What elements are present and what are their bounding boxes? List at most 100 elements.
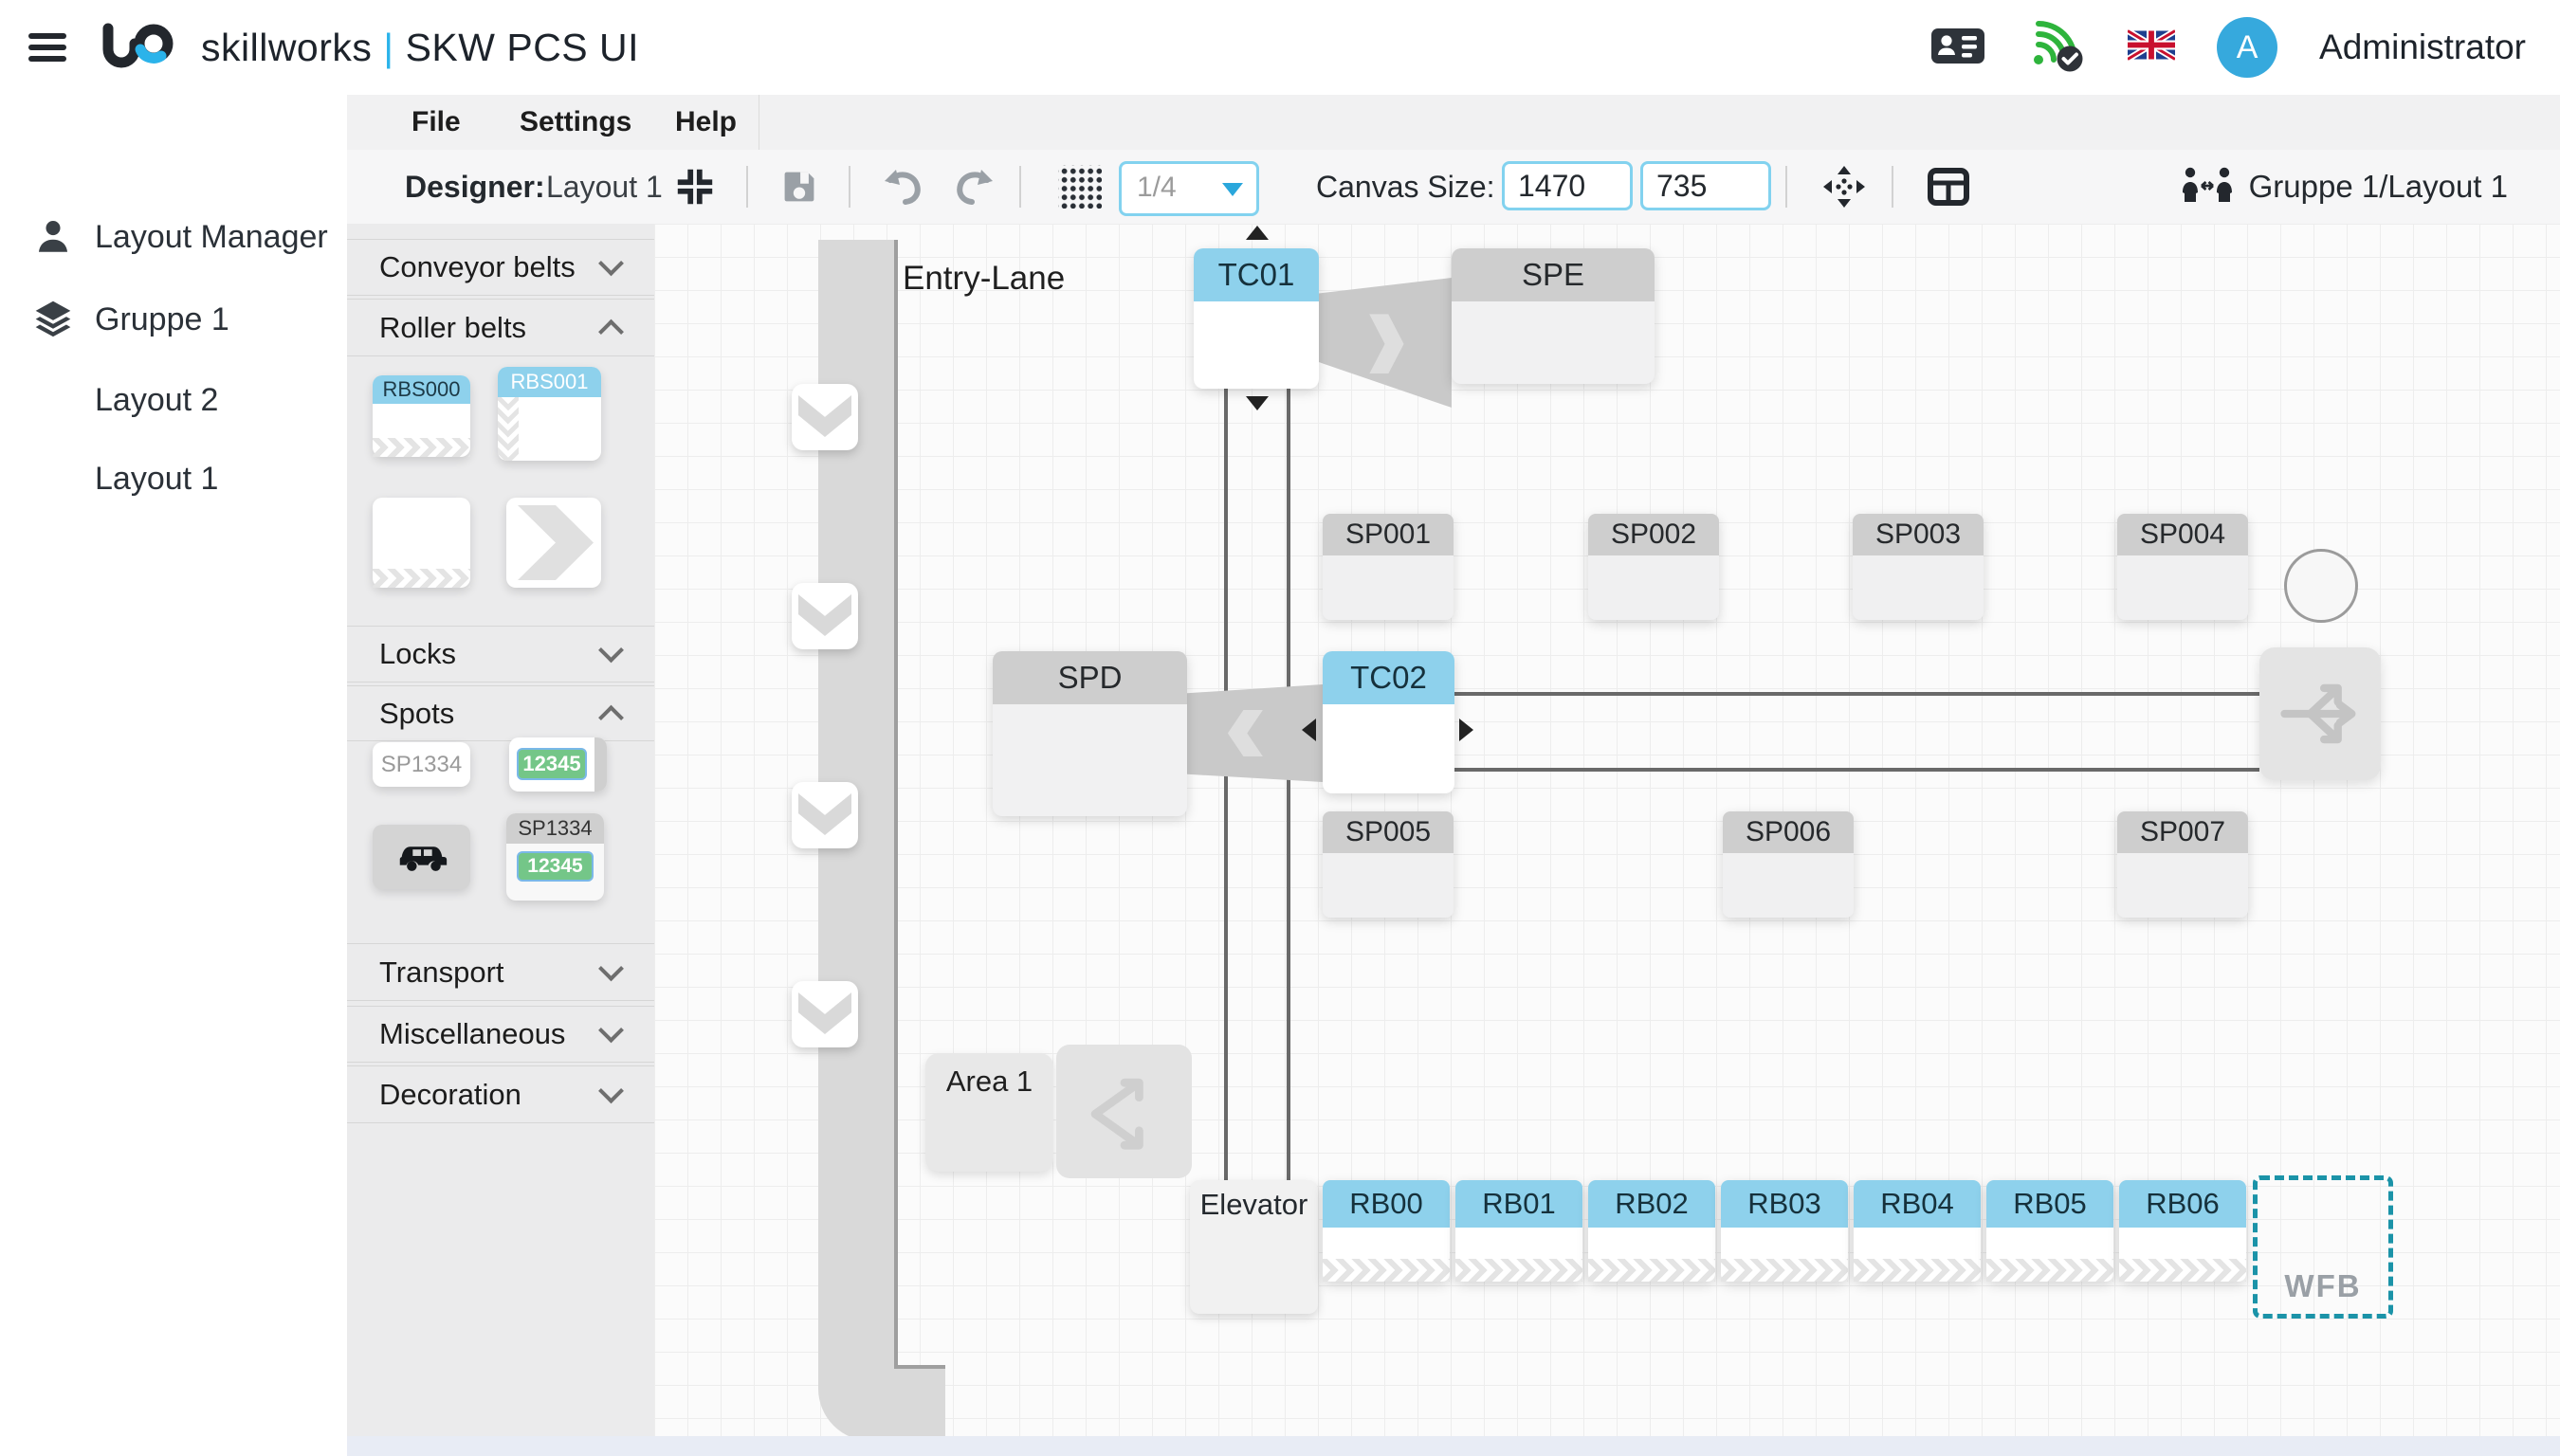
palette-item-rbs001[interactable]: RBS001 xyxy=(498,367,601,461)
block-label: Elevator xyxy=(1190,1188,1318,1222)
connector-line-vertical xyxy=(1287,389,1290,1180)
palette-section-miscellaneous[interactable]: Miscellaneous xyxy=(347,1006,654,1063)
block-sp007[interactable]: SP007 xyxy=(2117,811,2248,918)
palette-item-spot[interactable]: SP1334 xyxy=(373,742,470,787)
sidebar-item-layout-2[interactable]: Layout 2 xyxy=(0,370,347,430)
flow-funnel xyxy=(1319,278,1452,408)
block-sp002[interactable]: SP002 xyxy=(1588,514,1719,620)
grid-toggle-button[interactable] xyxy=(1056,163,1104,210)
belt-direction-chevrons xyxy=(498,397,519,461)
hamburger-menu-icon[interactable] xyxy=(28,27,68,67)
sidebar-item-layout-1[interactable]: Layout 1 xyxy=(0,448,347,509)
arrow-down-marker xyxy=(1246,396,1269,410)
menu-settings[interactable]: Settings xyxy=(520,95,631,150)
id-card-icon[interactable] xyxy=(1930,25,1985,71)
block-tc02[interactable]: TC02 xyxy=(1323,651,1454,793)
block-sp001[interactable]: SP001 xyxy=(1323,514,1454,620)
app-window: skillworks|SKW PCS UI xyxy=(0,0,2560,1456)
palette-item-rbs000[interactable]: RBS000 xyxy=(373,375,470,457)
palette-item-barcode-spot[interactable]: 12345 xyxy=(509,737,607,792)
block-sp005[interactable]: SP005 xyxy=(1323,811,1454,918)
layers-icon xyxy=(32,299,74,340)
palette-item-labeled-spot[interactable]: SP1334 12345 xyxy=(506,813,604,901)
brand-name: skillworks xyxy=(201,26,372,69)
table-view-button[interactable] xyxy=(1925,163,1972,210)
item-label: SP1334 xyxy=(373,742,470,787)
redo-button[interactable] xyxy=(950,163,997,210)
section-label: Roller belts xyxy=(379,311,526,345)
toolbar-divider xyxy=(1785,166,1787,208)
block-label: RB00 xyxy=(1323,1180,1450,1228)
block-rb04[interactable]: RB04 xyxy=(1854,1180,1981,1282)
section-label: Miscellaneous xyxy=(379,1017,565,1051)
connector-line-horizontal xyxy=(1454,692,2259,696)
save-button[interactable] xyxy=(776,163,823,210)
palette-section-transport[interactable]: Transport xyxy=(347,943,654,1001)
chevron-down-glyph xyxy=(798,594,851,636)
connection-status-icon[interactable] xyxy=(2027,18,2086,78)
circle-node[interactable] xyxy=(2284,549,2358,623)
sidebar-item-gruppe-1[interactable]: Gruppe 1 xyxy=(0,289,347,350)
crossing-block[interactable] xyxy=(2259,647,2381,780)
section-label: Conveyor belts xyxy=(379,250,576,284)
block-sp004[interactable]: SP004 xyxy=(2117,514,2248,620)
block-sp006[interactable]: SP006 xyxy=(1723,811,1854,918)
block-label: SP001 xyxy=(1323,514,1454,555)
sidebar-item-layout-manager[interactable]: Layout Manager xyxy=(0,207,347,267)
component-palette: Conveyor belts Roller belts RBS000 RBS00… xyxy=(347,224,655,1436)
lane-transfer-block[interactable] xyxy=(792,384,858,450)
fit-to-screen-button[interactable] xyxy=(671,163,719,210)
menu-file[interactable]: File xyxy=(411,95,461,150)
block-sp003[interactable]: SP003 xyxy=(1853,514,1984,620)
sidebar-item-label: Layout 1 xyxy=(95,461,218,498)
block-spe[interactable]: SPE xyxy=(1452,248,1655,384)
split-arrows-icon xyxy=(1072,1060,1177,1164)
block-area1[interactable]: Area 1 xyxy=(925,1053,1053,1172)
block-label: RB01 xyxy=(1455,1180,1582,1228)
block-wfb-selected[interactable]: WFB xyxy=(2253,1175,2393,1319)
language-flag-icon[interactable] xyxy=(2128,29,2175,65)
entry-lane-label[interactable]: Entry-Lane xyxy=(903,260,1065,298)
palette-section-locks[interactable]: Locks xyxy=(347,626,654,682)
block-rb05[interactable]: RB05 xyxy=(1986,1180,2113,1282)
zoom-level-select[interactable]: 1/4 xyxy=(1119,161,1259,216)
block-label: TC02 xyxy=(1323,651,1454,704)
chevron-down-glyph xyxy=(798,395,851,437)
block-spd[interactable]: SPD xyxy=(993,651,1187,816)
canvas-height-input[interactable] xyxy=(1640,161,1771,210)
block-rb06[interactable]: RB06 xyxy=(2119,1180,2246,1282)
chevron-down-icon xyxy=(1222,183,1243,196)
move-tool-button[interactable] xyxy=(1820,163,1868,210)
palette-section-spots[interactable]: Spots xyxy=(347,685,654,741)
user-avatar[interactable]: A xyxy=(2217,17,2277,78)
block-elevator[interactable]: Elevator xyxy=(1190,1180,1318,1314)
conveyor-lane-horizontal[interactable] xyxy=(898,1365,945,1441)
block-rb00[interactable]: RB00 xyxy=(1323,1180,1450,1282)
lane-transfer-block[interactable] xyxy=(792,583,858,649)
palette-section-decoration[interactable]: Decoration xyxy=(347,1065,654,1123)
palette-item-roller-belt-plain[interactable] xyxy=(373,498,470,588)
block-label: TC01 xyxy=(1194,248,1319,301)
lane-transfer-block[interactable] xyxy=(792,981,858,1047)
layout-canvas: Entry-Lane TC01 SPE SP001 SP002 SP003 SP… xyxy=(654,224,2560,1456)
block-label: SP004 xyxy=(2117,514,2248,555)
menu-help[interactable]: Help xyxy=(675,95,737,150)
user-name[interactable]: Administrator xyxy=(2319,27,2526,67)
palette-item-vehicle-spot[interactable] xyxy=(373,825,470,889)
horizontal-scrollbar[interactable] xyxy=(347,1436,2560,1456)
palette-section-conveyor-belts[interactable]: Conveyor belts xyxy=(347,239,654,296)
palette-item-belt-arrow[interactable] xyxy=(506,498,601,588)
crossing-block[interactable] xyxy=(1056,1045,1192,1178)
lane-transfer-block[interactable] xyxy=(792,782,858,848)
section-label: Transport xyxy=(379,956,504,990)
canvas-width-input[interactable] xyxy=(1502,161,1633,210)
block-rb01[interactable]: RB01 xyxy=(1455,1180,1582,1282)
block-rb03[interactable]: RB03 xyxy=(1721,1180,1848,1282)
block-label: Area 1 xyxy=(925,1065,1053,1099)
block-label: SPD xyxy=(993,651,1187,704)
undo-button[interactable] xyxy=(880,163,927,210)
block-rb02[interactable]: RB02 xyxy=(1588,1180,1715,1282)
block-tc01[interactable]: TC01 xyxy=(1194,248,1319,389)
palette-section-roller-belts[interactable]: Roller belts xyxy=(347,299,654,356)
toolbar-divider xyxy=(746,166,748,208)
